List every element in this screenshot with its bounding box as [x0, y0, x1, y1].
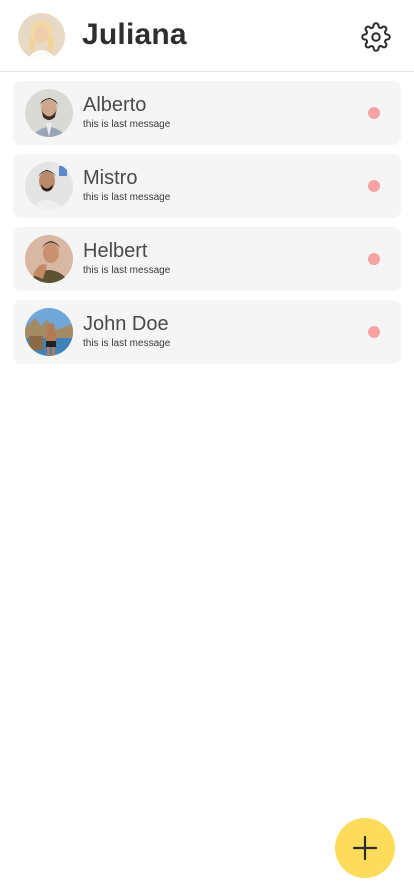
chat-item-mistro[interactable]: Mistro this is last message [13, 154, 401, 218]
unread-dot [368, 180, 380, 192]
app-header: Juliana [0, 0, 414, 72]
chat-item-john-doe[interactable]: John Doe this is last message [13, 300, 401, 364]
page-title: Juliana [82, 18, 187, 51]
contact-name: John Doe [83, 313, 169, 335]
gear-icon [361, 22, 391, 52]
settings-button[interactable] [358, 19, 394, 55]
unread-dot [368, 253, 380, 265]
contact-name: Alberto [83, 94, 147, 116]
contact-avatar [25, 162, 73, 210]
user-avatar[interactable] [18, 13, 65, 60]
last-message: this is last message [83, 265, 171, 276]
chat-item-helbert[interactable]: Helbert this is last message [13, 227, 401, 291]
last-message: this is last message [83, 338, 171, 349]
chat-list: Alberto this is last message Mistro this… [13, 81, 401, 373]
unread-dot [368, 107, 380, 119]
contact-avatar [25, 89, 73, 137]
contact-avatar [25, 235, 73, 283]
contact-name: Helbert [83, 240, 148, 262]
new-chat-button[interactable] [335, 818, 395, 878]
contact-avatar [25, 308, 73, 356]
unread-dot [368, 326, 380, 338]
last-message: this is last message [83, 119, 171, 130]
contact-name: Mistro [83, 167, 138, 189]
last-message: this is last message [83, 192, 171, 203]
plus-icon [352, 835, 378, 861]
chat-item-alberto[interactable]: Alberto this is last message [13, 81, 401, 145]
